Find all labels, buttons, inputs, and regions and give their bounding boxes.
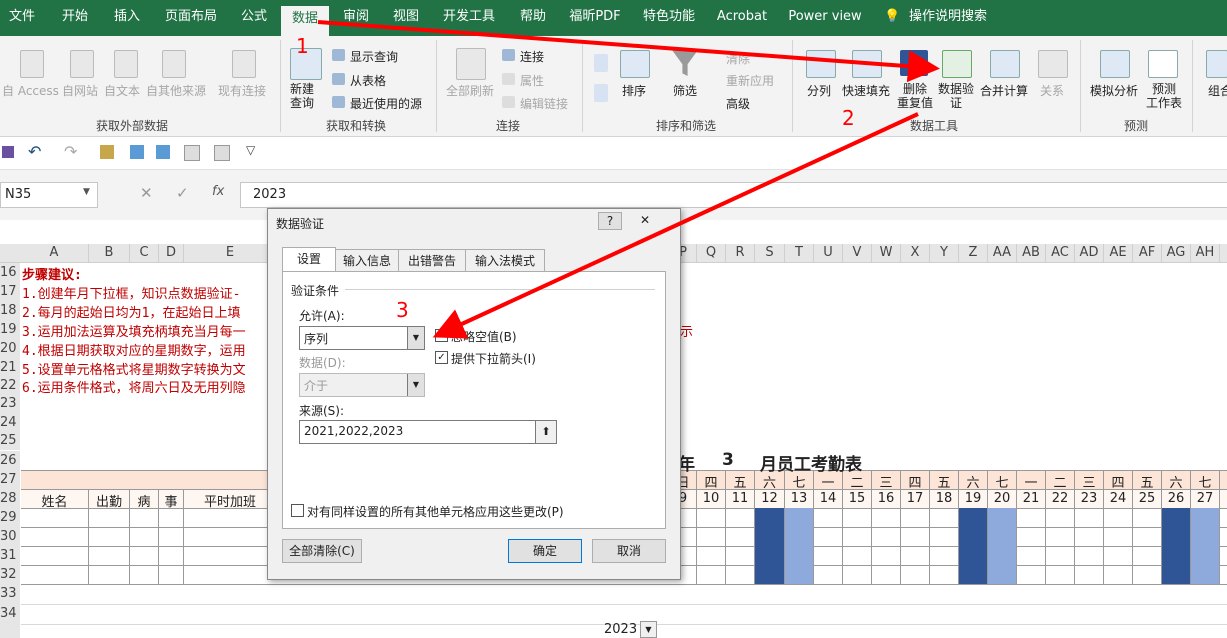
arrow-1: [317, 20, 940, 83]
annotation-label-1: 1: [296, 34, 309, 58]
annotation-arrows: [317, 20, 940, 339]
arrow-2: [432, 112, 919, 339]
annotation-label-2: 2: [842, 106, 855, 130]
annotation-label-3: 3: [396, 298, 409, 322]
